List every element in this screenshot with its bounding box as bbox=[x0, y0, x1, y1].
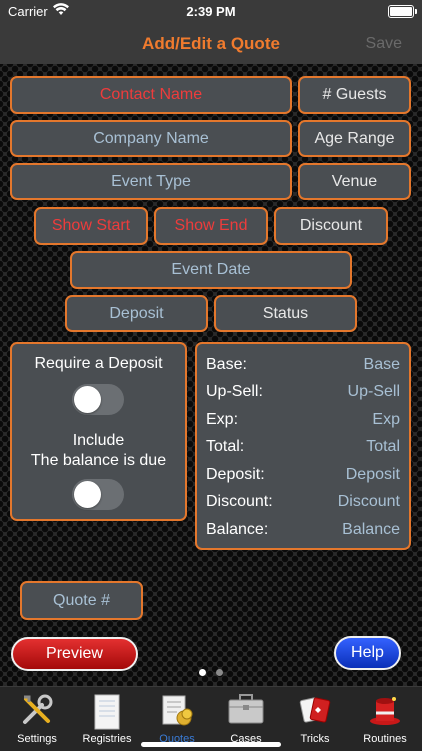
summary-value: Exp bbox=[372, 411, 400, 428]
summary-value: Balance bbox=[342, 521, 400, 538]
playing-cards-icon bbox=[298, 693, 332, 734]
tab-label: Settings bbox=[17, 733, 57, 745]
tab-tricks[interactable]: Tricks bbox=[280, 687, 350, 751]
summary-value: Discount bbox=[337, 493, 400, 510]
battery-icon bbox=[388, 5, 417, 18]
tab-registries[interactable]: Registries bbox=[72, 687, 142, 751]
quotes-icon bbox=[160, 693, 194, 734]
summary-row-upsell: Up-Sell: Up-Sell bbox=[197, 383, 409, 405]
summary-value: Deposit bbox=[345, 466, 400, 483]
page-dot[interactable] bbox=[216, 669, 223, 676]
tab-label: Registries bbox=[82, 733, 132, 745]
summary-label: Discount: bbox=[206, 493, 273, 510]
show-end-field[interactable]: Show End bbox=[154, 207, 268, 245]
summary-row-discount: Discount: Discount bbox=[197, 493, 409, 515]
summary-row-base: Base: Base bbox=[197, 356, 409, 378]
event-type-field[interactable]: Event Type bbox=[10, 163, 292, 200]
contact-name-field[interactable]: Contact Name bbox=[10, 76, 292, 114]
summary-value: Base bbox=[363, 356, 400, 373]
tab-label: Routines bbox=[363, 733, 407, 745]
summary-label: Base: bbox=[206, 356, 247, 373]
briefcase-icon bbox=[227, 693, 265, 732]
summary-row-deposit: Deposit: Deposit bbox=[197, 466, 409, 488]
summary-value: Total bbox=[366, 438, 400, 455]
summary-label: Exp: bbox=[206, 411, 239, 428]
status-bar: Carrier 2:39 PM bbox=[0, 0, 422, 24]
age-range-field[interactable]: Age Range bbox=[298, 120, 411, 157]
summary-row-exp: Exp: Exp bbox=[197, 411, 409, 433]
event-date-field[interactable]: Event Date bbox=[70, 251, 352, 289]
deposit-options-panel: Require a Deposit Include The balance is… bbox=[10, 342, 187, 521]
show-start-field[interactable]: Show Start bbox=[34, 207, 148, 245]
guests-field[interactable]: # Guests bbox=[298, 76, 411, 114]
include-balance-toggle[interactable] bbox=[72, 479, 124, 510]
deposit-field[interactable]: Deposit bbox=[65, 295, 208, 332]
include-label: Include bbox=[72, 432, 125, 449]
tab-settings[interactable]: Settings bbox=[2, 687, 72, 751]
summary-label: Balance: bbox=[206, 521, 269, 538]
toggle-knob bbox=[74, 386, 101, 413]
document-icon bbox=[92, 693, 122, 738]
save-button[interactable]: Save bbox=[366, 35, 402, 53]
summary-row-total: Total: Total bbox=[197, 438, 409, 460]
page-title: Add/Edit a Quote bbox=[142, 34, 280, 53]
home-indicator bbox=[141, 742, 281, 747]
preview-button[interactable]: Preview bbox=[11, 637, 138, 671]
discount-field[interactable]: Discount bbox=[274, 207, 388, 245]
tab-label: Tricks bbox=[300, 733, 330, 745]
status-field[interactable]: Status bbox=[214, 295, 357, 332]
require-deposit-toggle[interactable] bbox=[72, 384, 124, 415]
summary-value: Up-Sell bbox=[347, 383, 400, 400]
navigation-bar: Add/Edit a Quote Save bbox=[0, 24, 422, 64]
require-deposit-label: Require a Deposit bbox=[34, 355, 163, 372]
magic-hat-icon bbox=[368, 693, 402, 734]
help-button[interactable]: Help bbox=[334, 636, 401, 670]
summary-label: Up-Sell: bbox=[206, 383, 263, 400]
page-dot-active[interactable] bbox=[199, 669, 206, 676]
quote-summary-panel: Base: Base Up-Sell: Up-Sell Exp: Exp Total:… bbox=[195, 342, 411, 550]
page-indicator[interactable] bbox=[0, 669, 422, 677]
summary-label: Deposit: bbox=[206, 466, 265, 483]
company-name-field[interactable]: Company Name bbox=[10, 120, 292, 157]
quote-number-field[interactable]: Quote # bbox=[20, 581, 143, 620]
balance-due-label: The balance is due bbox=[30, 452, 167, 469]
venue-field[interactable]: Venue bbox=[298, 163, 411, 200]
toggle-knob bbox=[74, 481, 101, 508]
tools-icon bbox=[20, 693, 54, 734]
summary-row-balance: Balance: Balance bbox=[197, 521, 409, 543]
clock: 2:39 PM bbox=[186, 4, 236, 19]
tab-routines[interactable]: Routines bbox=[350, 687, 420, 751]
summary-label: Total: bbox=[206, 438, 245, 455]
